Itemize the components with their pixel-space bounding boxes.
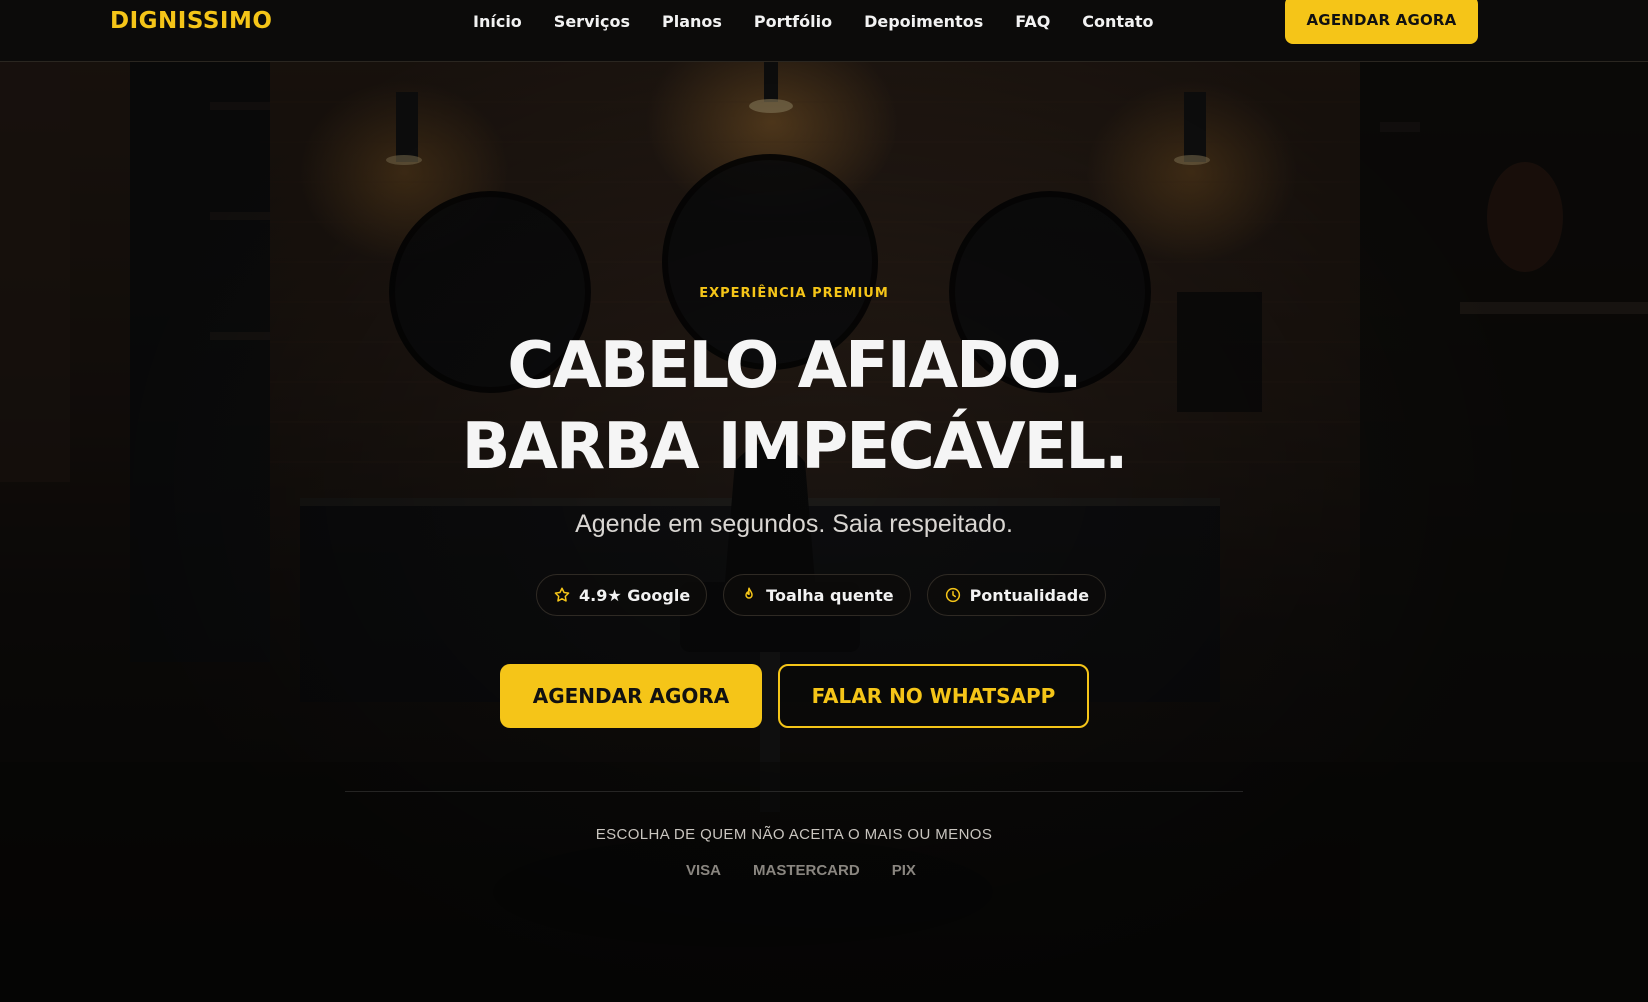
nav-item-portfolio[interactable]: Portfólio [754, 10, 832, 34]
badge-hot-towel: Toalha quente [723, 574, 911, 616]
badge-label: Toalha quente [766, 585, 894, 605]
payment-methods: VISA MASTERCARD PIX [686, 862, 916, 882]
badge-label: Pontualidade [969, 585, 1090, 605]
badge-punctuality: Pontualidade [926, 574, 1107, 616]
hero-badges: 4.9★ Google Toalha quente Pontualidade [536, 574, 1107, 616]
badge-label: 4.9★ Google [579, 585, 691, 605]
hero-eyebrow: EXPERIÊNCIA PREMIUM [699, 286, 889, 301]
hero-whatsapp-button[interactable]: FALAR NO WHATSAPP [778, 664, 1089, 728]
badge-google-rating: 4.9★ Google [536, 574, 708, 616]
hero-tagline: ESCOLHA DE QUEM NÃO ACEITA O MAIS OU MEN… [595, 826, 993, 843]
hero-divider [345, 791, 1243, 792]
main-nav: Início Serviços Planos Portfólio Depoime… [473, 10, 1154, 34]
payment-pix: PIX [891, 862, 916, 879]
header-schedule-button[interactable]: AGENDAR AGORA [1285, 0, 1478, 44]
payment-mastercard: MASTERCARD [753, 862, 860, 879]
payment-visa: VISA [686, 862, 722, 879]
brand-logo[interactable]: DIGNISSIMO [110, 6, 272, 36]
clock-icon [945, 587, 960, 603]
nav-item-planos[interactable]: Planos [662, 10, 722, 34]
hero-headline-line1: CABELO AFIADO. [507, 329, 1082, 403]
hero-schedule-button[interactable]: AGENDAR AGORA [500, 664, 762, 728]
nav-item-servicos[interactable]: Serviços [554, 10, 630, 34]
nav-item-faq[interactable]: FAQ [1015, 10, 1050, 34]
hero-headline-line2: BARBA IMPECÁVEL. [461, 410, 1129, 484]
star-icon [554, 587, 570, 602]
nav-item-contato[interactable]: Contato [1082, 10, 1153, 34]
hero-subtitle: Agende em segundos. Saia respeitado. [575, 510, 1013, 538]
hero-section: EXPERIÊNCIA PREMIUM CABELO AFIADO. BARBA… [0, 62, 1648, 1002]
site-header: DIGNISSIMO Início Serviços Planos Portfó… [0, 0, 1648, 62]
nav-item-inicio[interactable]: Início [473, 10, 522, 34]
nav-item-depoimentos[interactable]: Depoimentos [864, 10, 983, 34]
flame-icon [745, 587, 753, 599]
